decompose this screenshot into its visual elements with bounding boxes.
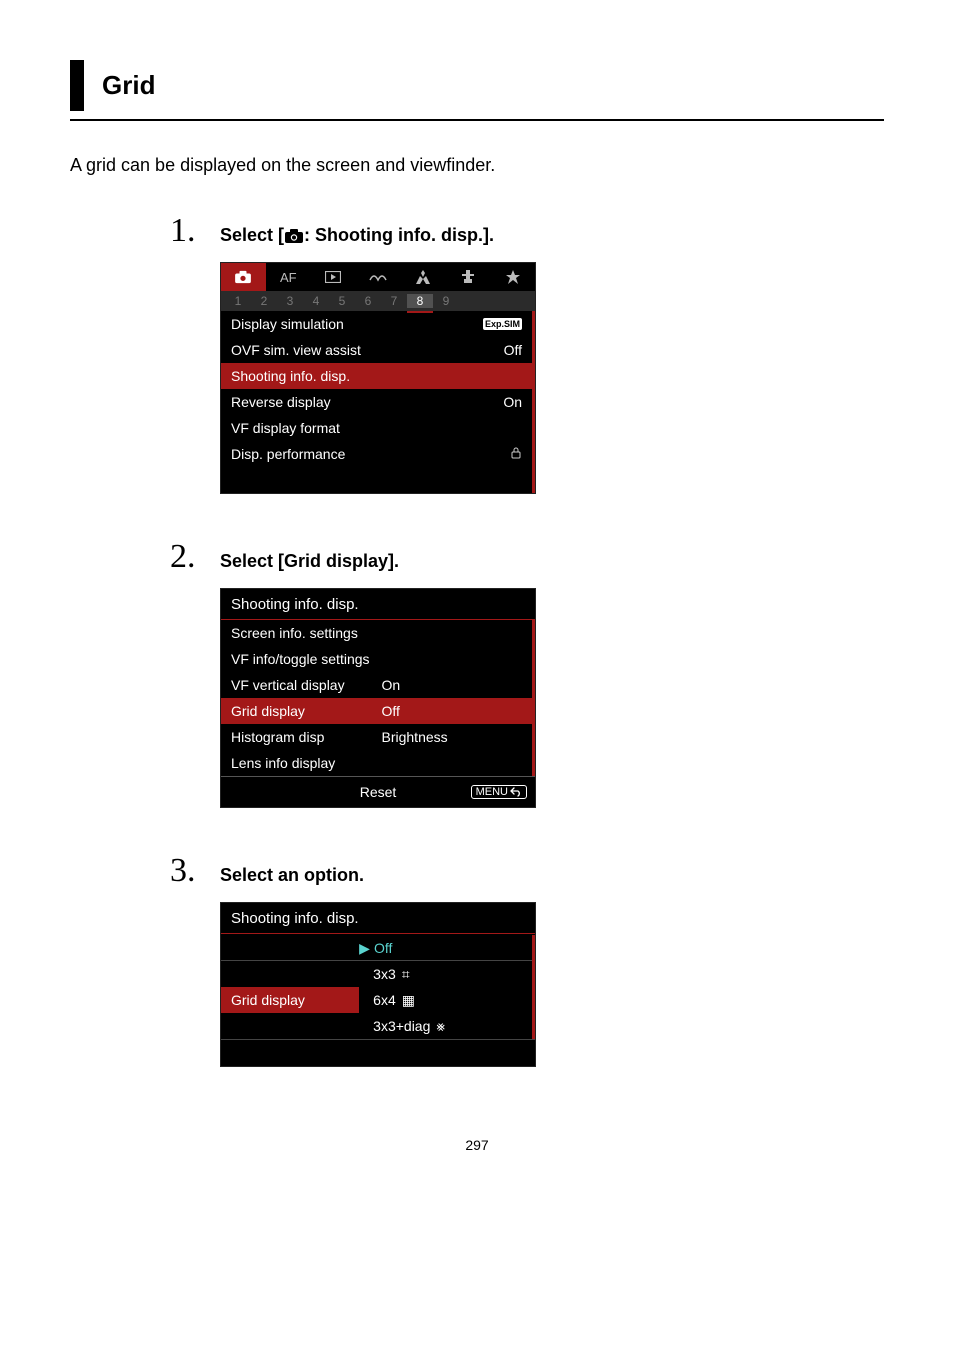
grid-3x3-diag-icon: ⨳ bbox=[436, 1018, 445, 1035]
menu-row-value: Off bbox=[372, 703, 523, 719]
camera-menu-screenshot-2: Shooting info. disp. Screen info. settin… bbox=[220, 588, 536, 808]
menu-row-value: On bbox=[493, 394, 522, 410]
page-num-1[interactable]: 1 bbox=[225, 294, 251, 308]
option-label: 3x3+diag bbox=[373, 1018, 430, 1034]
menu-row-label: VF vertical display bbox=[231, 677, 372, 693]
step-number: 3. bbox=[170, 852, 220, 890]
grid-3x3-icon: ⌗ bbox=[402, 966, 410, 983]
page-num-8[interactable]: 8 bbox=[407, 294, 433, 308]
menu-row-label: VF info/toggle settings bbox=[231, 651, 522, 667]
step-number: 1. bbox=[170, 212, 220, 250]
menu-row-value: Off bbox=[494, 342, 522, 358]
menu-row-ovf-sim[interactable]: OVF sim. view assist Off bbox=[221, 337, 532, 363]
step-title: Select [Grid display]. bbox=[220, 551, 399, 572]
step-title-text-after: : Shooting info. disp.]. bbox=[304, 225, 494, 245]
tab-setup[interactable] bbox=[400, 263, 445, 291]
menu-row-label: OVF sim. view assist bbox=[231, 342, 494, 358]
intro-paragraph: A grid can be displayed on the screen an… bbox=[70, 155, 884, 176]
menu-row-label: Disp. performance bbox=[231, 446, 510, 462]
section-title: Grid bbox=[102, 60, 155, 111]
tab-camera[interactable] bbox=[221, 263, 266, 291]
menu-footer: Reset MENU bbox=[221, 777, 535, 807]
page-underline bbox=[407, 311, 433, 313]
page-num-5[interactable]: 5 bbox=[329, 294, 355, 308]
option-label: Off bbox=[374, 940, 392, 956]
tab-custom[interactable] bbox=[445, 263, 490, 291]
menu-row-label: VF display format bbox=[231, 420, 522, 436]
menu-row-grid-display[interactable]: Grid display Off bbox=[221, 698, 532, 724]
menu-row-vf-vertical-display[interactable]: VF vertical display On bbox=[221, 672, 532, 698]
tab-af[interactable]: AF bbox=[266, 263, 311, 291]
menu-row-empty bbox=[221, 1040, 535, 1066]
menu-row-empty bbox=[221, 467, 532, 493]
menu-row-label: Histogram disp bbox=[231, 729, 372, 745]
page-num-6[interactable]: 6 bbox=[355, 294, 381, 308]
step-title: Select an option. bbox=[220, 865, 364, 886]
menu-back-label: MENU bbox=[476, 786, 508, 798]
page-num-2[interactable]: 2 bbox=[251, 294, 277, 308]
menu-row-label: Shooting info. disp. bbox=[231, 368, 522, 384]
tab-wireless[interactable] bbox=[356, 263, 401, 291]
menu-row-reverse-display[interactable]: Reverse display On bbox=[221, 389, 532, 415]
menu-row-label: Lens info display bbox=[231, 755, 522, 771]
option-off[interactable]: ▶︎ Off bbox=[359, 935, 532, 961]
page-number: 297 bbox=[70, 1137, 884, 1153]
expsim-badge: Exp.SIM bbox=[483, 318, 522, 330]
menu-row-label: Screen info. settings bbox=[231, 625, 522, 641]
option-label: 3x3 bbox=[373, 966, 396, 982]
menu-row-grid-display-label: Grid display bbox=[221, 987, 359, 1013]
page-num-7[interactable]: 7 bbox=[381, 294, 407, 308]
menu-row-value: Brightness bbox=[372, 729, 523, 745]
menu-row-label: Grid display bbox=[231, 703, 372, 719]
step-3: 3. Select an option. Shooting info. disp… bbox=[170, 852, 884, 1067]
menu-row-label: Reverse display bbox=[231, 394, 493, 410]
camera-menu-screenshot-1: AF 1 2 3 4 5 6 bbox=[220, 262, 536, 494]
menu-tab-strip: AF bbox=[221, 263, 535, 291]
menu-row-shooting-info-disp[interactable]: Shooting info. disp. bbox=[221, 363, 532, 389]
camera-menu-screenshot-3: Shooting info. disp. Grid display bbox=[220, 902, 536, 1067]
tab-playback[interactable] bbox=[311, 263, 356, 291]
tab-mymenu[interactable] bbox=[490, 263, 535, 291]
menu-row-vf-display-format[interactable]: VF display format bbox=[221, 415, 532, 441]
step-2: 2. Select [Grid display]. Shooting info.… bbox=[170, 538, 884, 808]
option-label: 6x4 bbox=[373, 992, 396, 1008]
lock-icon bbox=[510, 446, 522, 462]
grid-6x4-icon: ▦ bbox=[402, 992, 415, 1009]
menu-row-vf-info-toggle[interactable]: VF info/toggle settings bbox=[221, 646, 532, 672]
menu-row-disp-performance[interactable]: Disp. performance bbox=[221, 441, 532, 467]
menu-row-display-simulation[interactable]: Display simulation Exp.SIM bbox=[221, 311, 532, 337]
menu-row-label: Grid display bbox=[231, 992, 305, 1008]
menu-row-lens-info-display[interactable]: Lens info display bbox=[221, 750, 532, 776]
menu-header-label: Shooting info. disp. bbox=[231, 596, 359, 613]
option-6x4[interactable]: 6x4 ▦ bbox=[359, 987, 532, 1013]
menu-row-histogram-disp[interactable]: Histogram disp Brightness bbox=[221, 724, 532, 750]
selection-marker-icon: ▶︎ bbox=[359, 940, 370, 957]
title-accent-bar bbox=[70, 60, 84, 111]
step-title: Select [ : Shooting info. disp.]. bbox=[220, 225, 494, 246]
tab-af-label: AF bbox=[280, 270, 297, 285]
menu-header: Shooting info. disp. bbox=[221, 589, 535, 619]
camera-icon bbox=[284, 228, 304, 244]
menu-page-strip: 1 2 3 4 5 6 7 8 9 bbox=[221, 291, 535, 311]
menu-row-screen-info-settings[interactable]: Screen info. settings bbox=[221, 620, 532, 646]
step-1: 1. Select [ : Shooting info. disp.]. AF bbox=[170, 212, 884, 494]
menu-row-value: On bbox=[372, 677, 523, 693]
title-rule bbox=[70, 119, 884, 121]
menu-back-button[interactable]: MENU bbox=[471, 785, 527, 799]
menu-header-label: Shooting info. disp. bbox=[231, 910, 359, 927]
section-title-block: Grid bbox=[70, 60, 884, 111]
menu-row-label: Display simulation bbox=[231, 316, 477, 332]
option-3x3-diag[interactable]: 3x3+diag ⨳ bbox=[359, 1013, 532, 1039]
page-num-3[interactable]: 3 bbox=[277, 294, 303, 308]
reset-button[interactable]: Reset bbox=[360, 784, 397, 800]
option-3x3[interactable]: 3x3 ⌗ bbox=[359, 961, 532, 987]
page-num-9[interactable]: 9 bbox=[433, 294, 459, 308]
step-number: 2. bbox=[170, 538, 220, 576]
menu-header: Shooting info. disp. bbox=[221, 903, 535, 933]
page-num-4[interactable]: 4 bbox=[303, 294, 329, 308]
step-title-text-before: Select [ bbox=[220, 225, 284, 245]
